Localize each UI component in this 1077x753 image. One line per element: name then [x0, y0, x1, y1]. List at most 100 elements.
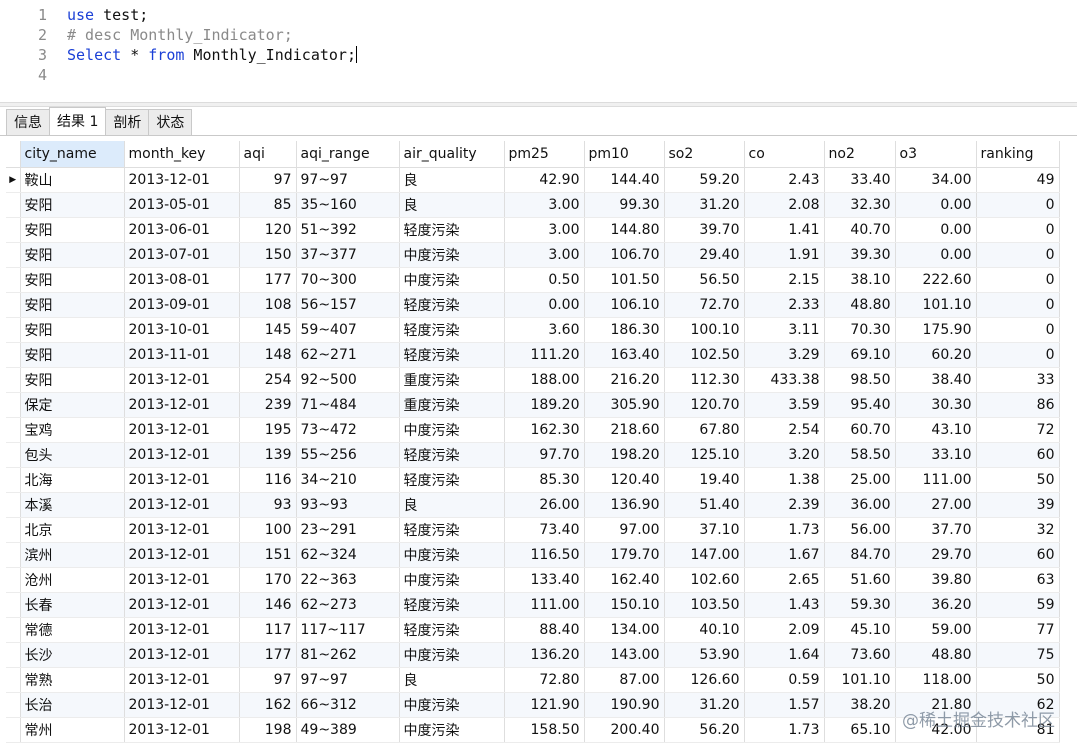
cell-month-key[interactable]: 2013-07-01	[124, 242, 240, 268]
cell-pm25[interactable]: 88.40	[504, 617, 585, 643]
cell-air-quality[interactable]: 中度污染	[399, 692, 505, 718]
table-row[interactable]: 常德 2013-12-01 117 117~117 轻度污染 88.40 134.00 40.…	[6, 617, 1060, 643]
row-marker[interactable]	[6, 717, 21, 743]
cell-aqi[interactable]: 198	[239, 717, 297, 743]
cell-co[interactable]: 2.65	[744, 567, 825, 593]
cell-no2[interactable]: 95.40	[824, 392, 896, 418]
cell-no2[interactable]: 65.10	[824, 717, 896, 743]
column-header-aqi-range[interactable]: aqi_range	[296, 141, 400, 168]
table-row[interactable]: 安阳 2013-12-01 254 92~500 重度污染 188.00 216.20 112…	[6, 367, 1060, 393]
cell-o3[interactable]: 36.20	[895, 592, 977, 618]
table-row[interactable]: ▶ 鞍山 2013-12-01 97 97~97 良 42.90 144.40 59.20 2.4…	[6, 167, 1060, 193]
cell-aqi[interactable]: 97	[239, 167, 297, 193]
current-row-marker-icon[interactable]: ▶	[6, 167, 21, 193]
table-row[interactable]: 安阳 2013-07-01 150 37~377 中度污染 3.00 106.70 29.40…	[6, 242, 1060, 268]
cell-ranking[interactable]: 49	[976, 167, 1060, 193]
cell-city-name[interactable]: 安阳	[20, 217, 125, 243]
cell-pm25[interactable]: 116.50	[504, 542, 585, 568]
cell-co[interactable]: 1.43	[744, 592, 825, 618]
cell-ranking[interactable]: 50	[976, 667, 1060, 693]
cell-ranking[interactable]: 0	[976, 342, 1060, 368]
cell-o3[interactable]: 33.10	[895, 442, 977, 468]
cell-aqi[interactable]: 151	[239, 542, 297, 568]
cell-air-quality[interactable]: 中度污染	[399, 542, 505, 568]
cell-no2[interactable]: 25.00	[824, 467, 896, 493]
cell-co[interactable]: 1.38	[744, 467, 825, 493]
cell-aqi-range[interactable]: 81~262	[296, 642, 400, 668]
cell-month-key[interactable]: 2013-12-01	[124, 642, 240, 668]
cell-co[interactable]: 433.38	[744, 367, 825, 393]
cell-no2[interactable]: 60.70	[824, 417, 896, 443]
cell-aqi-range[interactable]: 35~160	[296, 192, 400, 218]
cell-co[interactable]: 1.91	[744, 242, 825, 268]
cell-o3[interactable]: 0.00	[895, 192, 977, 218]
cell-ranking[interactable]: 86	[976, 392, 1060, 418]
cell-so2[interactable]: 29.40	[664, 242, 745, 268]
row-marker[interactable]	[6, 617, 21, 643]
cell-co[interactable]: 2.54	[744, 417, 825, 443]
cell-o3[interactable]: 30.30	[895, 392, 977, 418]
cell-city-name[interactable]: 安阳	[20, 192, 125, 218]
cell-pm25[interactable]: 121.90	[504, 692, 585, 718]
table-row[interactable]: 安阳 2013-05-01 85 35~160 良 3.00 99.30 31.20 2.08 3…	[6, 192, 1060, 218]
cell-month-key[interactable]: 2013-12-01	[124, 717, 240, 743]
cell-so2[interactable]: 56.20	[664, 717, 745, 743]
cell-aqi-range[interactable]: 62~273	[296, 592, 400, 618]
column-header-so2[interactable]: so2	[664, 141, 745, 168]
cell-co[interactable]: 1.73	[744, 517, 825, 543]
cell-no2[interactable]: 32.30	[824, 192, 896, 218]
table-row[interactable]: 宝鸡 2013-12-01 195 73~472 中度污染 162.30 218.60 67.…	[6, 417, 1060, 443]
cell-aqi-range[interactable]: 117~117	[296, 617, 400, 643]
cell-pm10[interactable]: 218.60	[584, 417, 665, 443]
cell-aqi[interactable]: 145	[239, 317, 297, 343]
cell-so2[interactable]: 100.10	[664, 317, 745, 343]
cell-o3[interactable]: 37.70	[895, 517, 977, 543]
cell-pm10[interactable]: 136.90	[584, 492, 665, 518]
cell-month-key[interactable]: 2013-09-01	[124, 292, 240, 318]
cell-pm10[interactable]: 143.00	[584, 642, 665, 668]
cell-so2[interactable]: 102.60	[664, 567, 745, 593]
cell-aqi[interactable]: 146	[239, 592, 297, 618]
cell-aqi-range[interactable]: 22~363	[296, 567, 400, 593]
sql-editor[interactable]: 1 use test; 2 # desc Monthly_Indicator; 3 Sel…	[0, 0, 1077, 102]
cell-no2[interactable]: 59.30	[824, 592, 896, 618]
cell-aqi[interactable]: 100	[239, 517, 297, 543]
cell-so2[interactable]: 56.50	[664, 267, 745, 293]
column-header-city-name[interactable]: city_name	[20, 141, 125, 168]
cell-o3[interactable]: 222.60	[895, 267, 977, 293]
cell-city-name[interactable]: 安阳	[20, 267, 125, 293]
cell-air-quality[interactable]: 良	[399, 192, 505, 218]
cell-pm10[interactable]: 106.70	[584, 242, 665, 268]
cell-pm25[interactable]: 136.20	[504, 642, 585, 668]
cell-air-quality[interactable]: 中度污染	[399, 267, 505, 293]
column-header-month-key[interactable]: month_key	[124, 141, 240, 168]
cell-no2[interactable]: 51.60	[824, 567, 896, 593]
cell-month-key[interactable]: 2013-12-01	[124, 467, 240, 493]
table-row[interactable]: 北京 2013-12-01 100 23~291 轻度污染 73.40 97.00 37.10…	[6, 517, 1060, 543]
cell-air-quality[interactable]: 轻度污染	[399, 592, 505, 618]
cell-city-name[interactable]: 常熟	[20, 667, 125, 693]
table-row[interactable]: 本溪 2013-12-01 93 93~93 良 26.00 136.90 51.40 2.39…	[6, 492, 1060, 518]
cell-aqi-range[interactable]: 66~312	[296, 692, 400, 718]
cell-city-name[interactable]: 常州	[20, 717, 125, 743]
column-header-ranking[interactable]: ranking	[976, 141, 1060, 168]
cell-o3[interactable]: 0.00	[895, 242, 977, 268]
editor-line[interactable]: 2 # desc Monthly_Indicator;	[0, 25, 293, 45]
cell-co[interactable]: 1.64	[744, 642, 825, 668]
tab-result-1[interactable]: 结果 1	[49, 107, 107, 135]
cell-month-key[interactable]: 2013-12-01	[124, 567, 240, 593]
cell-air-quality[interactable]: 中度污染	[399, 417, 505, 443]
cell-o3[interactable]: 101.10	[895, 292, 977, 318]
cell-air-quality[interactable]: 中度污染	[399, 242, 505, 268]
editor-line[interactable]: 4	[0, 65, 67, 85]
row-marker[interactable]	[6, 567, 21, 593]
table-row[interactable]: 北海 2013-12-01 116 34~210 轻度污染 85.30 120.40 19.4…	[6, 467, 1060, 493]
row-marker[interactable]	[6, 192, 21, 218]
cell-pm25[interactable]: 3.60	[504, 317, 585, 343]
cell-aqi[interactable]: 239	[239, 392, 297, 418]
cell-pm10[interactable]: 216.20	[584, 367, 665, 393]
cell-city-name[interactable]: 保定	[20, 392, 125, 418]
cell-city-name[interactable]: 鞍山	[20, 167, 125, 193]
cell-so2[interactable]: 31.20	[664, 692, 745, 718]
cell-pm25[interactable]: 133.40	[504, 567, 585, 593]
